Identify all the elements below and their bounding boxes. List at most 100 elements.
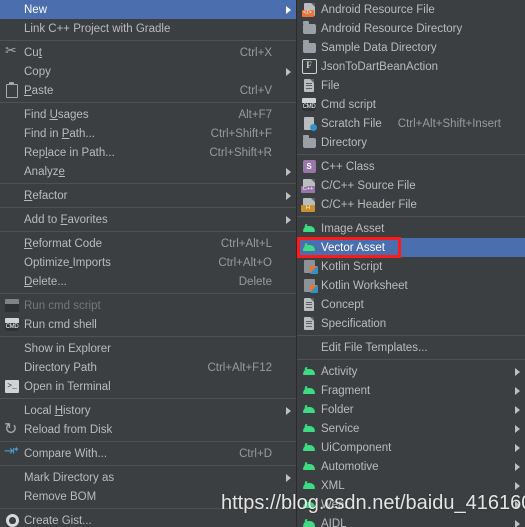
no-icon [0, 468, 24, 487]
menu-item-image-asset[interactable]: Image Asset [297, 219, 525, 238]
github-icon [0, 511, 24, 527]
menu-item-label: Optimize Imports [24, 256, 111, 269]
menu-item-c-c-source-file[interactable]: C++ C/C++ Source File [297, 176, 525, 195]
menu-item-optimize-imports[interactable]: Optimize Imports Ctrl+Alt+O [0, 253, 296, 272]
menu-separator [0, 231, 296, 232]
menu-item-vector-asset[interactable]: Vector Asset [297, 238, 525, 257]
menu-separator [0, 508, 296, 509]
menu-item-find-usages[interactable]: Find Usages Alt+F7 [0, 105, 296, 124]
menu-item-service[interactable]: Service [297, 419, 525, 438]
menu-item-cmd-script[interactable]: CMD Cmd script [297, 95, 525, 114]
menu-item-android-resource-directory[interactable]: Android Resource Directory [297, 19, 525, 38]
submenu-arrow-icon [509, 367, 525, 376]
no-icon [0, 143, 24, 162]
menu-item-concept[interactable]: Concept [297, 295, 525, 314]
no-icon [0, 62, 24, 81]
no-icon [0, 234, 24, 253]
menu-item-new[interactable]: New [0, 0, 296, 19]
menu-item-replace-in-path[interactable]: Replace in Path... Ctrl+Shift+R [0, 143, 296, 162]
kotlin-icon [297, 257, 321, 276]
menu-item-aidl[interactable]: AIDL [297, 514, 525, 527]
no-icon [0, 358, 24, 377]
menu-item-shortcut: Ctrl+V [239, 84, 272, 97]
menu-item-run-cmd-shell[interactable]: CMD Run cmd shell [0, 315, 296, 334]
no-icon [0, 124, 24, 143]
menu-item-paste[interactable]: Paste Ctrl+V [0, 81, 296, 100]
menu-separator [0, 207, 296, 208]
menu-item-folder[interactable]: Folder [297, 400, 525, 419]
menu-item-find-in-path[interactable]: Find in Path... Ctrl+Shift+F [0, 124, 296, 143]
menu-item-label: Activity [321, 365, 358, 378]
menu-item-c-class[interactable]: S C++ Class [297, 157, 525, 176]
menu-item-label: Kotlin Worksheet [321, 279, 408, 292]
menu-item-wear[interactable]: Wear [297, 495, 525, 514]
menu-item-jsontodartbeanaction[interactable]: F JsonToDartBeanAction [297, 57, 525, 76]
menu-item-label: Paste [24, 84, 54, 97]
menu-item-xml[interactable]: XML [297, 476, 525, 495]
menu-item-automotive[interactable]: Automotive [297, 457, 525, 476]
submenu-arrow-icon [509, 405, 525, 414]
menu-item-c-c-header-file[interactable]: H C/C++ Header File [297, 195, 525, 214]
menu-item-shortcut: Delete [238, 275, 272, 288]
menu-item-mark-directory-as[interactable]: Mark Directory as [0, 468, 296, 487]
menu-item-link-c-project-with-gradle[interactable]: Link C++ Project with Gradle [0, 19, 296, 38]
menu-item-label: Service [321, 422, 360, 435]
menu-item-label: Open in Terminal [24, 380, 111, 393]
kotlin-icon [297, 276, 321, 295]
submenu-arrow-icon [280, 5, 296, 14]
menu-item-specification[interactable]: Specification [297, 314, 525, 333]
menu-item-show-in-explorer[interactable]: Show in Explorer [0, 339, 296, 358]
submenu-arrow-icon [280, 215, 296, 224]
android-icon [297, 457, 321, 476]
menu-item-directory[interactable]: Directory [297, 133, 525, 152]
menu-item-add-to-favorites[interactable]: Add to Favorites [0, 210, 296, 229]
submenu-arrow-icon [280, 473, 296, 482]
menu-item-label: Directory Path [24, 361, 97, 374]
menu-item-label: XML [321, 479, 345, 492]
android-icon [297, 219, 321, 238]
menu-item-kotlin-script[interactable]: Kotlin Script [297, 257, 525, 276]
menu-item-open-in-terminal[interactable]: >_ Open in Terminal [0, 377, 296, 396]
menu-item-compare-with[interactable]: Compare With... Ctrl+D [0, 444, 296, 463]
menu-item-delete[interactable]: Delete... Delete [0, 272, 296, 291]
menu-item-fragment[interactable]: Fragment [297, 381, 525, 400]
menu-item-label: Find in Path... [24, 127, 95, 140]
menu-item-kotlin-worksheet[interactable]: Kotlin Worksheet [297, 276, 525, 295]
file-icon [297, 314, 321, 333]
editor-context-menu[interactable]: New Link C++ Project with Gradle Cut Ctrl+X… [0, 0, 297, 527]
menu-item-activity[interactable]: Activity [297, 362, 525, 381]
menu-item-shortcut: Ctrl+Alt+Shift+Insert [397, 117, 501, 130]
menu-item-shortcut: Alt+F7 [238, 108, 272, 121]
menu-item-android-resource-file[interactable]: </> Android Resource File [297, 0, 525, 19]
menu-item-scratch-file[interactable]: Scratch File Ctrl+Alt+Shift+Insert [297, 114, 525, 133]
menu-item-edit-file-templates[interactable]: Edit File Templates... [297, 338, 525, 357]
menu-item-label: Folder [321, 403, 354, 416]
submenu-arrow-icon [509, 519, 525, 527]
cpp-header-icon: H [297, 195, 321, 214]
menu-item-uicomponent[interactable]: UiComponent [297, 438, 525, 457]
menu-separator [297, 359, 525, 360]
android-icon [297, 438, 321, 457]
menu-item-create-gist[interactable]: Create Gist... [0, 511, 296, 527]
new-file-submenu[interactable]: </> Android Resource File Android Resource… [297, 0, 525, 527]
menu-item-cut[interactable]: Cut Ctrl+X [0, 43, 296, 62]
menu-item-shortcut: Ctrl+Shift+F [210, 127, 272, 140]
menu-item-reload-from-disk[interactable]: Reload from Disk [0, 419, 296, 439]
menu-item-analyze[interactable]: Analyze [0, 162, 296, 181]
android-icon [297, 476, 321, 495]
menu-item-local-history[interactable]: Local History [0, 401, 296, 420]
menu-item-directory-path[interactable]: Directory Path Ctrl+Alt+F12 [0, 358, 296, 377]
menu-item-label: Image Asset [321, 222, 385, 235]
menu-item-file[interactable]: File [297, 76, 525, 95]
flutter-f-icon: F [297, 57, 321, 76]
menu-item-sample-data-directory[interactable]: Sample Data Directory [297, 38, 525, 57]
menu-item-label: Android Resource Directory [321, 22, 463, 35]
menu-item-copy[interactable]: Copy [0, 62, 296, 81]
menu-item-remove-bom[interactable]: Remove BOM [0, 487, 296, 506]
menu-item-reformat-code[interactable]: Reformat Code Ctrl+Alt+L [0, 234, 296, 253]
menu-item-label: Refactor [24, 189, 68, 202]
menu-item-label: Wear [321, 498, 349, 511]
menu-item-refactor[interactable]: Refactor [0, 186, 296, 205]
folder-icon [297, 133, 321, 152]
submenu-arrow-icon [280, 406, 296, 415]
